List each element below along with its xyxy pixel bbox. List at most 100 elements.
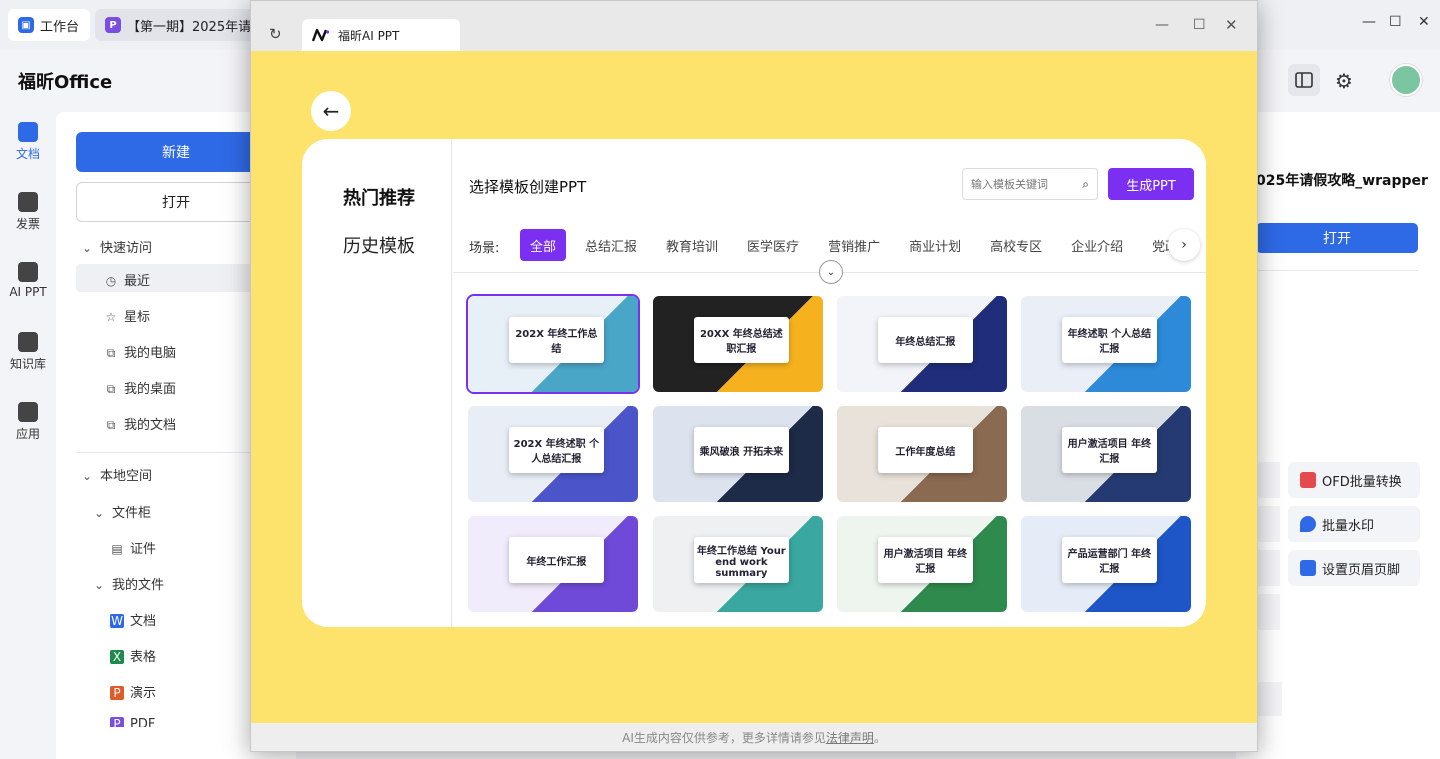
tree-item-my-desktop[interactable]: ⧉ 我的桌面 — [104, 378, 176, 397]
app-brand: 福昕Office — [18, 72, 113, 93]
tree-item-starred[interactable]: ☆ 星标 — [104, 306, 150, 325]
sidebar-item-history[interactable]: 历史模板 — [343, 232, 415, 258]
tool-tile-partial[interactable] — [1256, 462, 1280, 498]
template-card[interactable]: 年终工作总结 Your end work summary — [653, 516, 823, 612]
generate-ppt-button[interactable]: 生成PPT — [1108, 168, 1194, 200]
slides-label: 演示 — [130, 686, 157, 701]
tree-item-slides[interactable]: P 演示 — [110, 682, 156, 701]
close-icon[interactable]: ✕ — [1418, 14, 1430, 30]
template-card[interactable]: 工作年度总结 — [837, 406, 1007, 502]
category-marketing[interactable]: 营销推广 — [818, 229, 890, 261]
template-title: 产品运营部门 年终汇报 — [1061, 537, 1157, 584]
tab-ai-ppt-label: 福昕AI PPT — [338, 28, 400, 43]
tool-tile-partial[interactable] — [1256, 682, 1282, 716]
chevron-down-icon: ⌄ — [81, 469, 93, 483]
template-card[interactable]: 用户激活项目 年终汇报 — [1021, 406, 1191, 502]
header-footer-icon — [1300, 560, 1316, 576]
template-title: 年终工作总结 Your end work summary — [693, 537, 789, 584]
tab-workbench-label: 工作台 — [40, 19, 80, 35]
tab-document-label: 【第一期】2025年请假 — [127, 19, 255, 35]
back-arrow-icon[interactable]: ← — [311, 91, 351, 131]
template-picker-card: 热门推荐 历史模板 选择模板创建PPT ⌕ 生成PPT 场景: 全部 总结汇报 … — [302, 139, 1206, 627]
tree-item-my-computer[interactable]: ⧉ 我的电脑 — [104, 342, 176, 361]
template-search-box[interactable]: ⌕ — [962, 168, 1098, 200]
user-avatar[interactable] — [1390, 64, 1422, 96]
category-education[interactable]: 教育培训 — [656, 229, 728, 261]
quick-access-label: 快速访问 — [100, 241, 153, 256]
tool-tile-partial[interactable] — [1256, 550, 1280, 586]
tree-item-recent[interactable]: ◷ 最近 — [104, 270, 150, 289]
settings-gear-icon[interactable]: ⚙ — [1335, 69, 1353, 93]
layout-toggle-button[interactable] — [1288, 64, 1320, 96]
open-document-button[interactable]: 打开 — [1256, 223, 1418, 253]
minimize-icon[interactable]: — — [1362, 14, 1376, 30]
nav-documents[interactable]: 文档 — [0, 122, 56, 162]
modal-maximize-icon[interactable]: ☐ — [1193, 17, 1206, 33]
search-icon[interactable]: ⌕ — [1082, 177, 1089, 192]
modal-close-icon[interactable]: ✕ — [1225, 16, 1238, 34]
tree-item-doc[interactable]: W 文档 — [110, 610, 156, 629]
tree-item-pdf[interactable]: P PDF — [110, 717, 155, 727]
category-university[interactable]: 高校专区 — [980, 229, 1052, 261]
nav-ai-ppt[interactable]: AI PPT — [0, 262, 56, 299]
batch-watermark-tool[interactable]: 批量水印 — [1288, 506, 1420, 542]
new-button[interactable]: 新建 — [76, 132, 276, 172]
tool-tile-partial[interactable] — [1256, 506, 1280, 542]
nav-invoice[interactable]: 发票 — [0, 192, 56, 232]
modal-minimize-icon[interactable]: — — [1155, 17, 1169, 33]
my-files-group[interactable]: ⌄ 我的文件 — [92, 574, 164, 593]
file-cabinet-group[interactable]: ⌄ 文件柜 — [92, 502, 151, 521]
open-button[interactable]: 打开 — [76, 182, 276, 222]
refresh-icon[interactable]: ↻ — [269, 25, 282, 43]
ai-ppt-content: ← 热门推荐 历史模板 选择模板创建PPT ⌕ 生成PPT 场景: 全部 总结汇… — [251, 51, 1257, 723]
template-card[interactable]: 20XX 年终总结述职汇报 — [653, 296, 823, 392]
invoice-icon — [18, 192, 38, 212]
category-business-plan[interactable]: 商业计划 — [899, 229, 971, 261]
maximize-icon[interactable]: ☐ — [1389, 14, 1402, 30]
tree-item-my-documents[interactable]: ⧉ 我的文档 — [104, 414, 176, 433]
category-summary-report[interactable]: 总结汇报 — [575, 229, 647, 261]
template-card[interactable]: 用户激活项目 年终汇报 — [837, 516, 1007, 612]
nav-knowledge-base-label: 知识库 — [9, 357, 46, 371]
ppt-file-icon: P — [105, 17, 121, 33]
template-card[interactable]: 年终述职 个人总结汇报 — [1021, 296, 1191, 392]
tab-ai-ppt[interactable]: 福昕AI PPT — [302, 19, 460, 51]
template-card[interactable]: 产品运营部门 年终汇报 — [1021, 516, 1191, 612]
tab-workbench[interactable]: ▣ 工作台 — [8, 9, 90, 41]
template-search-input[interactable] — [971, 177, 1071, 191]
sidebar-item-hot[interactable]: 热门推荐 — [343, 184, 415, 210]
quick-access-group[interactable]: ⌄ 快速访问 — [80, 237, 152, 256]
chevron-right-icon[interactable]: › — [1168, 229, 1200, 261]
knowledge-base-icon — [18, 332, 38, 352]
template-title: 年终工作汇报 — [508, 537, 604, 584]
category-medical[interactable]: 医学医疗 — [737, 229, 809, 261]
template-card[interactable]: 202X 年终述职 个人总结汇报 — [468, 406, 638, 502]
ppt-icon: P — [110, 686, 124, 700]
template-title: 用户激活项目 年终汇报 — [1061, 427, 1157, 474]
nav-apps[interactable]: 应用 — [0, 402, 56, 442]
nav-knowledge-base[interactable]: 知识库 — [0, 332, 56, 372]
tool-tile-partial[interactable] — [1256, 594, 1280, 630]
tree-item-sheet[interactable]: X 表格 — [110, 646, 156, 665]
template-card[interactable]: 年终总结汇报 — [837, 296, 1007, 392]
category-party-gov[interactable]: 党政 — [1142, 229, 1170, 261]
ofd-batch-convert-tool[interactable]: OFD批量转换 — [1288, 462, 1420, 498]
tree-item-certificates[interactable]: ▤ 证件 — [110, 538, 156, 557]
local-space-group[interactable]: ⌄ 本地空间 — [80, 465, 152, 484]
computer-shortcut-icon: ⧉ — [106, 346, 116, 360]
category-company-intro[interactable]: 企业介绍 — [1061, 229, 1133, 261]
category-all[interactable]: 全部 — [520, 229, 567, 261]
ai-ppt-icon — [18, 262, 38, 282]
my-computer-label: 我的电脑 — [124, 346, 177, 361]
batch-watermark-label: 批量水印 — [1322, 518, 1375, 534]
template-card[interactable]: 年终工作汇报 — [468, 516, 638, 612]
template-card[interactable]: 202X 年终工作总结 — [466, 294, 640, 394]
word-icon: W — [110, 614, 124, 628]
legal-notice-link[interactable]: 法律声明 — [826, 729, 874, 746]
tab-document[interactable]: P 【第一期】2025年请假 — [95, 9, 255, 41]
divider — [76, 452, 276, 453]
divider — [1256, 270, 1418, 271]
header-footer-tool[interactable]: 设置页眉页脚 — [1288, 550, 1420, 586]
template-card[interactable]: 乘风破浪 开拓未来 — [653, 406, 823, 502]
expand-categories-chevron-down-icon[interactable]: ⌄ — [819, 260, 843, 284]
